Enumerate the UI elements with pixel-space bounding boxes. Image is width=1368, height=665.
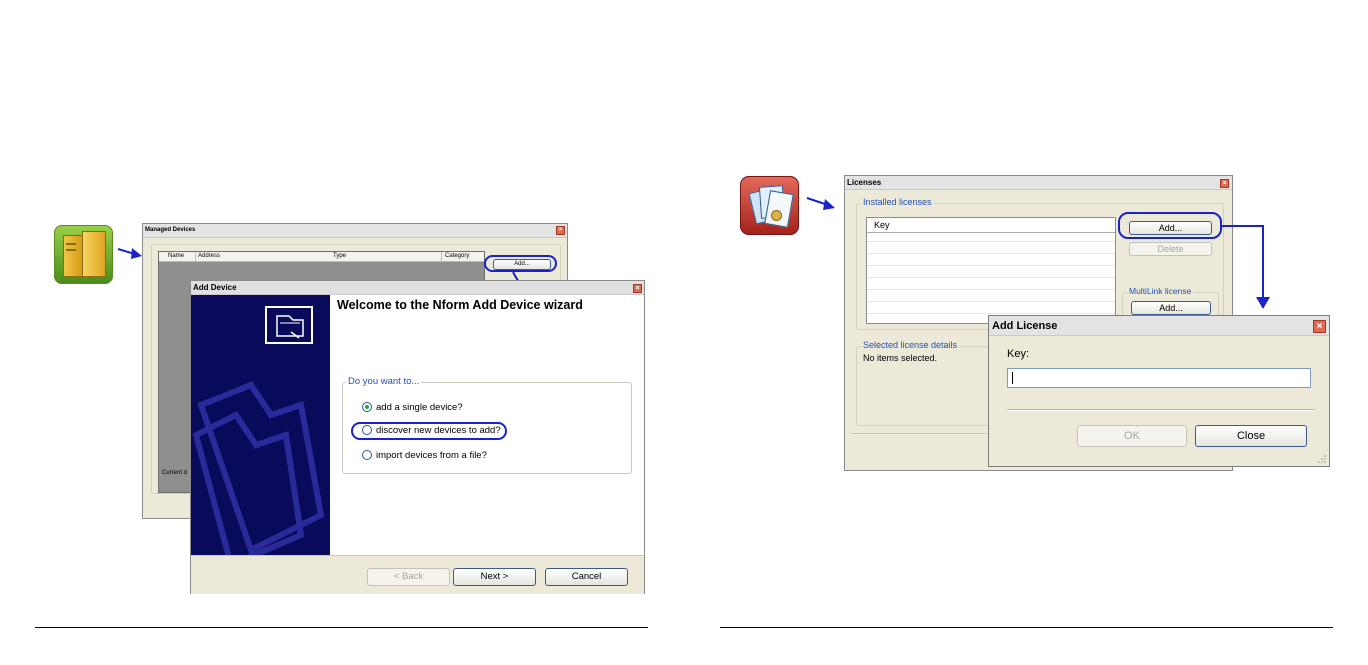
connector-line [1222,225,1264,227]
options-group-label: Do you want to... [346,376,422,387]
arrow-icon [806,197,835,210]
multilink-label: MultiLink license [1127,286,1194,296]
window-title: Add Device [191,281,644,295]
delete-license-button[interactable]: Delete [1129,242,1212,256]
resize-grip-icon[interactable] [1317,454,1327,464]
window-title: Licenses [845,176,1232,190]
separator [1007,409,1315,411]
close-icon[interactable]: × [1220,179,1229,188]
column-header-name[interactable]: Name [168,252,184,261]
column-header-key[interactable]: Key [874,220,890,230]
folder-watermark-icon [192,381,325,555]
next-button[interactable]: Next > [453,568,536,586]
divider [720,627,1333,628]
licenses-app-icon [740,176,799,235]
managed-devices-app-icon [54,225,113,284]
licenses-list: Key [866,217,1116,324]
arrow-icon [1256,297,1270,309]
back-button[interactable]: < Back [367,568,450,586]
window-title: Add License [989,316,1329,336]
key-label: Key: [1007,348,1030,360]
cancel-button[interactable]: Cancel [545,568,628,586]
close-icon[interactable]: × [633,284,642,293]
add-license-callout [1118,212,1222,239]
status-text: Current d [162,470,188,476]
wizard-heading: Welcome to the Nform Add Device wizard [337,298,583,312]
wizard-sidebar [191,295,330,555]
option-import-devices[interactable]: import devices from a file? [362,450,487,461]
window-title: Managed Devices [143,224,567,238]
close-icon[interactable]: × [1313,320,1326,333]
close-icon[interactable]: × [556,226,565,235]
key-input[interactable] [1007,368,1311,388]
radio-icon[interactable] [362,450,372,461]
folder-icon [265,306,313,344]
close-button[interactable]: Close [1195,425,1307,447]
option-label: add a single device? [376,402,463,413]
column-header-address[interactable]: Address [195,252,220,261]
add-device-window: Add Device × Welcome to the Nform Add De… [190,280,645,594]
connector-line [1262,225,1264,300]
option-single-device[interactable]: add a single device? [362,402,463,413]
arrow-icon [117,248,142,259]
installed-licenses-label: Installed licenses [861,197,934,207]
column-header-type[interactable]: Type [333,252,346,261]
radio-icon[interactable] [362,402,372,413]
discover-option-callout [351,422,507,440]
divider [35,627,648,628]
license-details-label: Selected license details [861,340,960,350]
add-license-window: Add License × Key: OK Close [988,315,1330,467]
option-label: import devices from a file? [376,450,487,461]
wizard-footer: < Back Next > Cancel [191,555,644,594]
ok-button[interactable]: OK [1077,425,1187,447]
no-items-text: No items selected. [863,353,938,363]
multilink-add-button[interactable]: Add... [1131,301,1211,315]
column-header-category[interactable]: Category [441,252,469,261]
